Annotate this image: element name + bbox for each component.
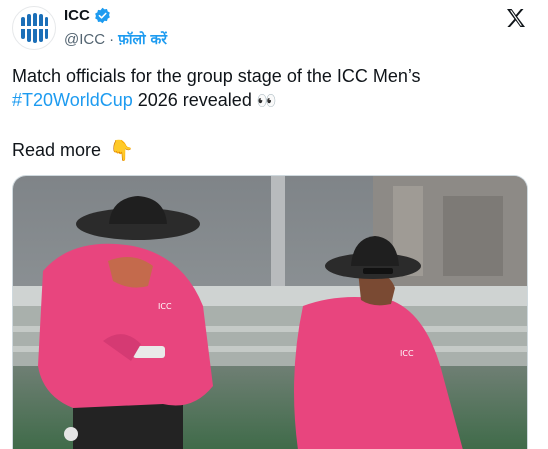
tweet-media[interactable]: ICC ICC bbox=[12, 175, 528, 449]
pointing-down-emoji: 👇 bbox=[109, 138, 134, 162]
tweet-text: Match officials for the group stage of t… bbox=[12, 64, 532, 113]
tweet-text-after: 2026 revealed bbox=[132, 90, 257, 110]
tweet-text-before: Match officials for the group stage of t… bbox=[12, 66, 421, 86]
follow-button[interactable]: फ़ॉलो करें bbox=[118, 30, 167, 49]
verified-badge-icon bbox=[95, 7, 110, 24]
shirt-logo-2: ICC bbox=[400, 349, 414, 358]
hashtag-link[interactable]: #T20WorldCup bbox=[12, 90, 133, 110]
handle[interactable]: @ICC bbox=[64, 31, 105, 48]
separator: · bbox=[109, 31, 115, 48]
avatar[interactable] bbox=[12, 6, 56, 50]
handle-row: @ICC · फ़ॉलो करें bbox=[64, 30, 167, 49]
read-more-text: Read more bbox=[12, 140, 102, 160]
name-row: ICC bbox=[64, 7, 111, 24]
read-more-line: Read more 👇 bbox=[12, 138, 134, 162]
eyes-emoji: 👀 bbox=[256, 91, 277, 110]
tweet-header: ICC @ICC · फ़ॉलो करें bbox=[0, 0, 548, 60]
photo-umpires-image: ICC ICC bbox=[13, 176, 527, 449]
shirt-logo-1: ICC bbox=[158, 302, 172, 311]
icc-cricket-logo-icon bbox=[19, 13, 49, 43]
display-name[interactable]: ICC bbox=[64, 7, 90, 24]
x-logo-icon[interactable] bbox=[504, 6, 528, 30]
